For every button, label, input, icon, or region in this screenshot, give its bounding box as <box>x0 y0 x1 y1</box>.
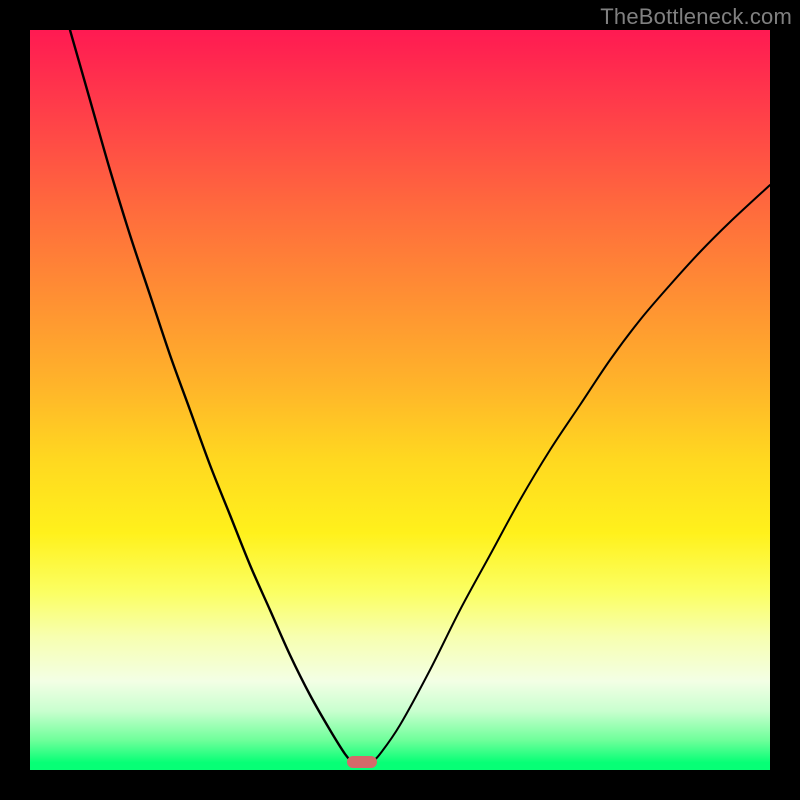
minimum-marker <box>347 756 377 768</box>
plot-area <box>30 30 770 770</box>
watermark-text: TheBottleneck.com <box>600 4 792 30</box>
outer-frame: TheBottleneck.com <box>0 0 800 800</box>
bottleneck-curve <box>30 30 770 770</box>
